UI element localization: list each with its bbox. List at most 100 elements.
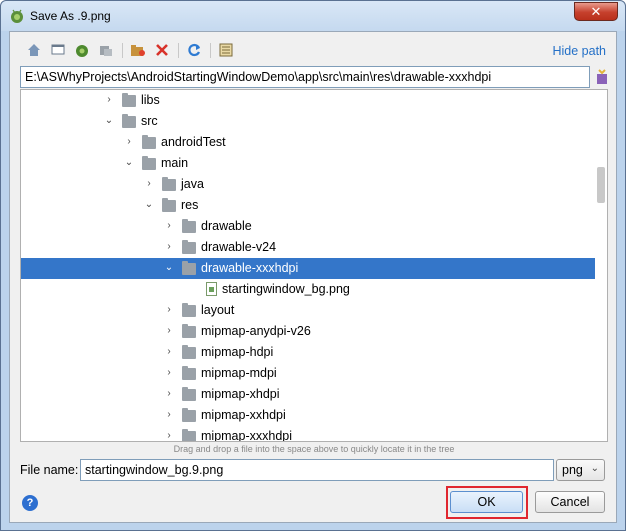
tree-row[interactable]: startingwindow_bg.png <box>21 279 595 300</box>
tree-row[interactable]: ⌄ src <box>21 111 595 132</box>
folder-icon <box>182 387 196 401</box>
ok-button[interactable]: OK <box>450 491 523 513</box>
close-button[interactable]: ✕ <box>574 2 618 21</box>
android-icon <box>11 9 23 23</box>
history-icon[interactable] <box>594 68 610 86</box>
tree-row-label: drawable-v24 <box>201 240 277 254</box>
chevron-right-icon[interactable]: › <box>164 326 174 336</box>
help-button[interactable]: ? <box>22 495 38 511</box>
extension-value: png <box>562 463 583 477</box>
toolbar <box>16 40 316 62</box>
tree-row-label: mipmap-xhdpi <box>201 387 280 401</box>
home-icon[interactable] <box>24 40 44 60</box>
chevron-down-icon[interactable]: ⌄ <box>164 263 174 273</box>
chevron-down-icon[interactable]: ⌄ <box>104 116 114 126</box>
folder-icon <box>142 135 156 149</box>
tree-row[interactable]: › androidTest <box>21 132 595 153</box>
chevron-right-icon[interactable]: › <box>164 242 174 252</box>
save-as-dialog: Save As .9.png ✕ Hide path E:\ASWhyProje… <box>0 0 626 531</box>
folder-icon <box>182 219 196 233</box>
folder-icon <box>182 408 196 422</box>
tree-row[interactable]: › java <box>21 174 595 195</box>
title-bar[interactable]: Save As .9.png ✕ <box>1 1 625 31</box>
scrollbar-thumb[interactable] <box>597 167 605 203</box>
tree-row[interactable]: › mipmap-xhdpi <box>21 384 595 405</box>
folder-icon <box>122 93 136 107</box>
tree-row[interactable]: › mipmap-anydpi-v26 <box>21 321 595 342</box>
chevron-right-icon[interactable]: › <box>164 347 174 357</box>
chevron-down-icon[interactable]: ⌄ <box>124 158 134 168</box>
tree-row-label: drawable <box>201 219 252 233</box>
tree-row-label: res <box>181 198 199 212</box>
tree-row-label: androidTest <box>161 135 226 149</box>
chevron-right-icon[interactable]: › <box>164 221 174 231</box>
tree-row[interactable]: › mipmap-hdpi <box>21 342 595 363</box>
chevron-right-icon[interactable]: › <box>124 137 134 147</box>
file-name-label: File name: <box>20 463 79 477</box>
window-title: Save As .9.png <box>30 9 111 23</box>
vertical-scrollbar[interactable] <box>595 90 607 441</box>
file-name-input[interactable]: startingwindow_bg.9.png <box>80 459 554 481</box>
delete-icon[interactable] <box>152 40 172 60</box>
tree-row[interactable]: › mipmap-mdpi <box>21 363 595 384</box>
folder-icon <box>182 366 196 380</box>
extension-select[interactable]: png ⌄ <box>556 459 605 481</box>
refresh-icon[interactable] <box>184 40 204 60</box>
tree-row-label: libs <box>141 93 160 107</box>
tree-row-label: main <box>161 156 189 170</box>
tree-row-label: startingwindow_bg.png <box>222 282 350 296</box>
file-tree[interactable]: › libs ⌄ src › androidTest ⌄ main › java ⌄ res › draw… <box>20 89 608 442</box>
chevron-right-icon[interactable]: › <box>144 179 154 189</box>
folder-icon <box>182 324 196 338</box>
tree-row[interactable]: › mipmap-xxhdpi <box>21 405 595 426</box>
new-folder-icon[interactable] <box>128 40 148 60</box>
tree-row-label: mipmap-hdpi <box>201 345 274 359</box>
module-icon[interactable] <box>96 40 116 60</box>
folder-icon <box>122 114 136 128</box>
folder-icon <box>182 345 196 359</box>
tree-row[interactable]: ⌄ main <box>21 153 595 174</box>
desktop-icon[interactable] <box>48 40 68 60</box>
toolbar-separator <box>210 43 211 58</box>
folder-icon <box>162 177 176 191</box>
cancel-button[interactable]: Cancel <box>535 491 605 513</box>
folder-icon <box>142 156 156 170</box>
folder-icon <box>182 303 196 317</box>
folder-icon <box>162 198 176 212</box>
tree-row[interactable]: ⌄ drawable-xxxhdpi <box>21 258 595 279</box>
tree-row-label: src <box>141 114 158 128</box>
tree-row[interactable]: › drawable-v24 <box>21 237 595 258</box>
tree-row[interactable]: ⌄ res <box>21 195 595 216</box>
folder-icon <box>182 240 196 254</box>
chevron-right-icon[interactable]: › <box>164 410 174 420</box>
chevron-right-icon[interactable]: › <box>164 431 174 441</box>
path-input[interactable]: E:\ASWhyProjects\AndroidStartingWindowDe… <box>20 66 590 88</box>
project-icon[interactable] <box>72 40 92 60</box>
chevron-right-icon[interactable]: › <box>104 95 114 105</box>
folder-icon <box>182 429 196 441</box>
tree-row[interactable]: › libs <box>21 90 595 111</box>
tree-row-label: mipmap-anydpi-v26 <box>201 324 311 338</box>
tree-row-label: mipmap-xxxhdpi <box>201 429 293 442</box>
folder-icon <box>182 261 196 275</box>
tree-row[interactable]: › drawable <box>21 216 595 237</box>
toolbar-separator <box>122 43 123 58</box>
hide-path-link[interactable]: Hide path <box>552 44 606 58</box>
tree-row-label: java <box>181 177 204 191</box>
chevron-right-icon[interactable]: › <box>164 368 174 378</box>
tree-row[interactable]: › layout <box>21 300 595 321</box>
chevron-right-icon[interactable]: › <box>164 389 174 399</box>
tree-row-label: layout <box>201 303 235 317</box>
tree-row-label: mipmap-mdpi <box>201 366 277 380</box>
chevron-down-icon[interactable]: ⌄ <box>144 200 154 210</box>
drag-drop-hint: Drag and drop a file into the space abov… <box>173 444 455 454</box>
dialog-body: Hide path E:\ASWhyProjects\AndroidStarti… <box>9 31 617 523</box>
chevron-right-icon[interactable]: › <box>164 305 174 315</box>
tree-row[interactable]: › mipmap-xxxhdpi <box>21 426 595 442</box>
show-hidden-icon[interactable] <box>216 40 236 60</box>
chevron-down-icon: ⌄ <box>590 463 599 474</box>
image-file-icon <box>206 282 217 296</box>
tree-row-label: mipmap-xxhdpi <box>201 408 286 422</box>
toolbar-separator <box>178 43 179 58</box>
tree-row-label: drawable-xxxhdpi <box>201 261 299 275</box>
